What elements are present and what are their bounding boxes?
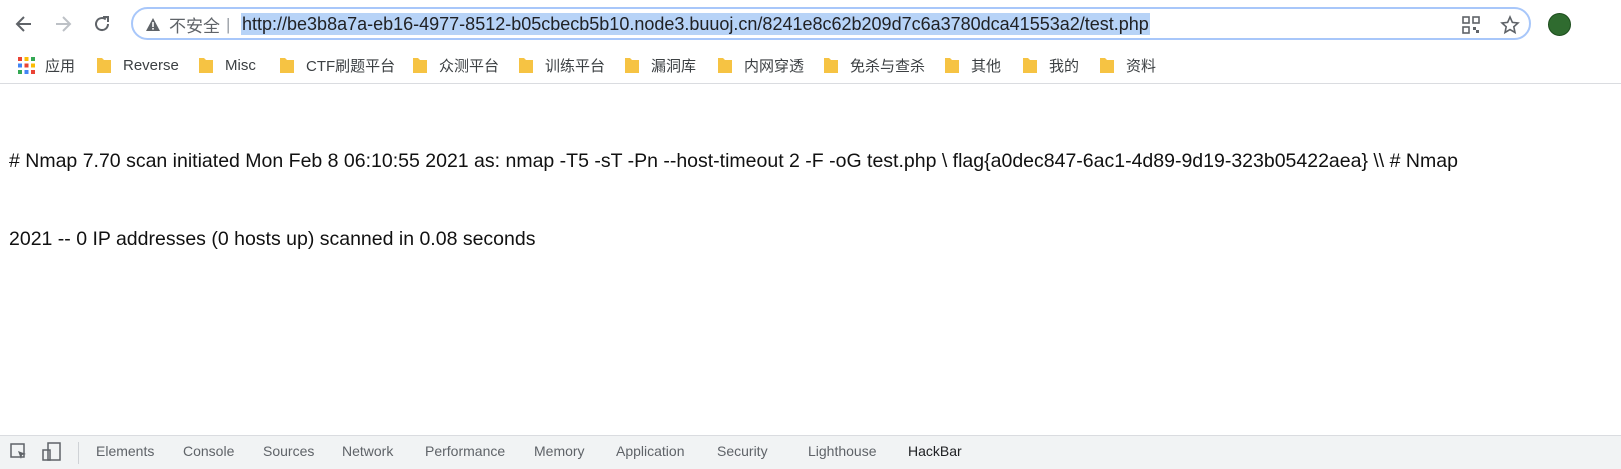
arrow-left-icon <box>15 16 31 32</box>
bookmark-folder-ctf[interactable]: CTF刷题平台 <box>279 55 395 75</box>
back-button[interactable] <box>8 8 40 40</box>
bookmark-folder-crowdtest[interactable]: 众测平台 <box>412 55 499 75</box>
bookmark-label: 训练平台 <box>545 57 606 75</box>
bookmark-label: 其他 <box>971 57 1002 75</box>
devtools-tab-lighthouse[interactable]: Lighthouse <box>808 443 877 459</box>
bookmark-label: CTF刷题平台 <box>306 57 396 75</box>
page-content: # Nmap 7.70 scan initiated Mon Feb 8 06:… <box>9 96 1458 278</box>
bookmark-label: 免杀与查杀 <box>850 57 926 75</box>
qr-code-button[interactable] <box>1460 14 1482 36</box>
bookmark-folder-training[interactable]: 训练平台 <box>518 55 605 75</box>
folder-icon <box>1100 58 1114 73</box>
bookmark-label: 资料 <box>1126 57 1157 75</box>
inspect-element-button[interactable] <box>10 443 28 466</box>
bookmark-label: 众测平台 <box>439 57 500 75</box>
star-icon <box>1500 15 1520 35</box>
bookmark-folder-misc[interactable]: Misc <box>198 55 256 75</box>
forward-button[interactable] <box>47 8 79 40</box>
folder-icon <box>97 58 111 73</box>
warning-icon <box>146 18 160 31</box>
security-separator: | <box>226 14 231 34</box>
bookmark-folder-intranet[interactable]: 内网穿透 <box>717 55 804 75</box>
address-bar[interactable]: 不安全 | http://be3b8a7a-eb16-4977-8512-b05… <box>131 7 1531 40</box>
device-icon <box>42 442 61 461</box>
bookmark-folder-vulndb[interactable]: 漏洞库 <box>624 55 696 75</box>
folder-icon <box>824 58 838 73</box>
folder-icon <box>280 58 294 73</box>
bookmark-label: 内网穿透 <box>744 57 805 75</box>
bookmark-label: 漏洞库 <box>651 57 697 75</box>
devtools-tab-security[interactable]: Security <box>717 443 768 459</box>
arrow-right-icon <box>56 16 72 32</box>
nmap-output-line-1: # Nmap 7.70 scan initiated Mon Feb 8 06:… <box>9 150 1458 172</box>
devtools-separator <box>78 442 79 464</box>
bookmark-folder-av[interactable]: 免杀与查杀 <box>823 55 925 75</box>
folder-icon <box>945 58 959 73</box>
devtools-tab-application[interactable]: Application <box>616 443 685 459</box>
bookmark-folder-reverse[interactable]: Reverse <box>96 55 179 75</box>
devtools-tab-network[interactable]: Network <box>342 443 393 459</box>
site-security-chip[interactable]: 不安全 | <box>145 14 231 36</box>
reload-button[interactable] <box>86 8 118 40</box>
bookmark-folder-other[interactable]: 其他 <box>944 55 1001 75</box>
folder-icon <box>413 58 427 73</box>
folder-icon <box>199 58 213 73</box>
devtools-tab-performance[interactable]: Performance <box>425 443 505 459</box>
profile-avatar[interactable] <box>1548 13 1571 36</box>
devtools-tab-memory[interactable]: Memory <box>534 443 585 459</box>
reload-icon <box>95 16 110 32</box>
apps-grid-icon <box>18 56 35 74</box>
devtools-tab-sources[interactable]: Sources <box>263 443 314 459</box>
browser-toolbar: 不安全 | http://be3b8a7a-eb16-4977-8512-b05… <box>0 0 1621 47</box>
devtools-tab-console[interactable]: Console <box>183 443 234 459</box>
bookmark-folder-mine[interactable]: 我的 <box>1022 55 1079 75</box>
folder-icon <box>625 58 639 73</box>
cursor-select-icon <box>10 443 26 459</box>
folder-icon <box>519 58 533 73</box>
bookmark-label: Misc <box>225 56 256 74</box>
url-text[interactable]: http://be3b8a7a-eb16-4977-8512-b05cbecb5… <box>241 13 1150 35</box>
devtools-tabbar: Elements Console Sources Network Perform… <box>0 435 1621 469</box>
qr-code-icon <box>1462 16 1480 34</box>
bookmarks-bar: 应用 Reverse Misc CTF刷题平台 众测平台 训练平台 漏洞库 内网… <box>0 47 1621 84</box>
devtools-tab-hackbar[interactable]: HackBar <box>908 443 962 459</box>
devtools-tab-elements[interactable]: Elements <box>96 443 154 459</box>
nmap-output-line-2: 2021 -- 0 IP addresses (0 hosts up) scan… <box>9 228 536 250</box>
bookmark-label: Reverse <box>123 56 179 74</box>
bookmark-label: 应用 <box>45 57 76 75</box>
folder-icon <box>718 58 732 73</box>
folder-icon <box>1023 58 1037 73</box>
bookmark-folder-docs[interactable]: 资料 <box>1099 55 1156 75</box>
device-toolbar-button[interactable] <box>42 442 62 467</box>
not-secure-label: 不安全 <box>169 17 220 36</box>
bookmark-star-button[interactable] <box>1499 14 1521 36</box>
bookmark-apps[interactable]: 应用 <box>18 55 75 75</box>
bookmark-label: 我的 <box>1049 57 1080 75</box>
